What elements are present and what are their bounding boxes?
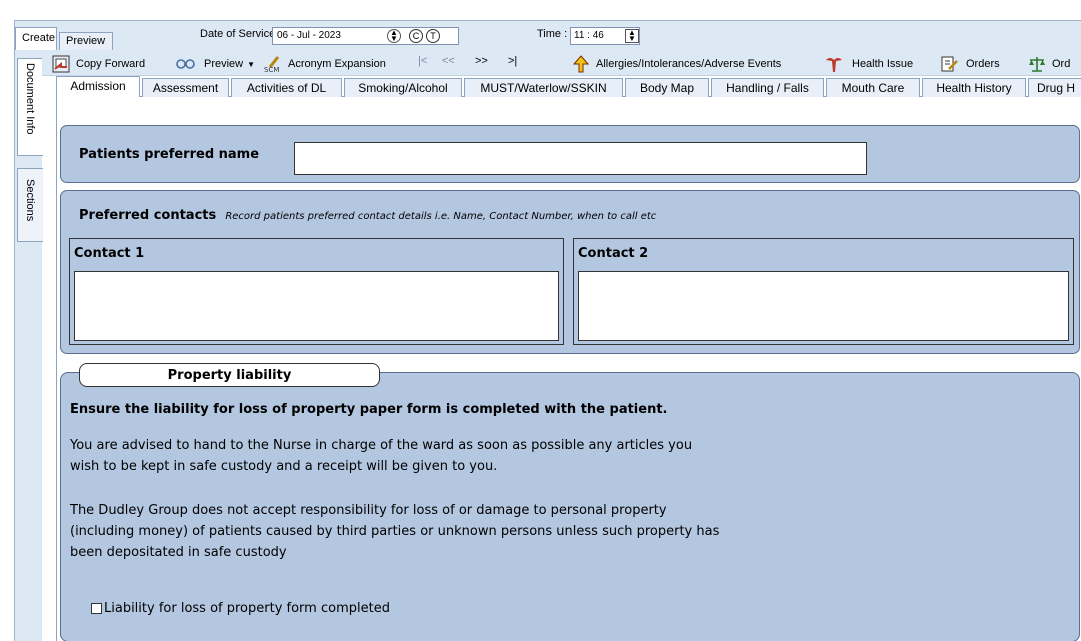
orders-button[interactable]: Orders — [938, 55, 1000, 73]
preferred-name-label: Patients preferred name — [79, 147, 260, 162]
date-of-service-field[interactable]: 06 - Jul - 2023 ▲ ▼ C T — [272, 27, 459, 45]
ord-button[interactable]: Ord — [1028, 55, 1070, 73]
date-value: 06 - Jul - 2023 — [277, 30, 341, 41]
toolbar: Copy Forward Preview ▼ SCM Acronym Expan… — [42, 50, 1081, 76]
nav-next-button[interactable]: >> — [475, 55, 488, 67]
preferred-contacts-header: Preferred contacts Record patients prefe… — [79, 208, 656, 223]
disclaimer-line-3: been depositated in safe custody — [70, 545, 287, 560]
advice-line-2: wish to be kept in safe custody and a re… — [70, 459, 498, 474]
section-tabs: Admission Assessment Activities of DL Sm… — [56, 76, 1081, 98]
copy-forward-button[interactable]: Copy Forward — [52, 55, 145, 73]
health-issue-label: Health Issue — [852, 58, 914, 70]
preferred-contacts-title: Preferred contacts — [79, 208, 217, 223]
allergy-arrow-icon — [572, 55, 590, 73]
tab-health-history[interactable]: Health History — [922, 78, 1026, 98]
vtab-document-info[interactable]: Document Info — [17, 58, 43, 156]
acronym-label: Acronym Expansion — [288, 58, 386, 70]
svg-text:SCM: SCM — [264, 66, 279, 73]
preview-button[interactable]: Preview ▼ — [172, 55, 255, 73]
disclaimer-line-2: (including money) of patients caused by … — [70, 524, 720, 539]
orders-icon — [941, 56, 958, 72]
date-of-service-label: Date of Service : — [200, 28, 282, 40]
top-bar: Create Preview Date of Service : 06 - Ju… — [14, 20, 1081, 51]
vtab-sections-label: Sections — [24, 179, 36, 222]
health-issue-icon — [826, 58, 842, 72]
contact-2-input[interactable] — [578, 271, 1069, 341]
tab-must-waterlow-sskin[interactable]: MUST/Waterlow/SSKIN — [464, 78, 623, 98]
acronym-button[interactable]: SCM Acronym Expansion — [264, 55, 386, 73]
orders-label: Orders — [966, 58, 1000, 70]
time-value: 11 : 46 — [574, 30, 604, 41]
time-spinner-icon[interactable]: ▲ ▼ — [625, 29, 639, 43]
copy-forward-icon — [52, 55, 70, 73]
time-field[interactable]: 11 : 46 ▲ ▼ — [570, 27, 640, 45]
property-advice-paragraph: You are advised to hand to the Nurse in … — [70, 435, 692, 477]
preferred-name-panel: Patients preferred name — [60, 125, 1080, 183]
disclaimer-line-1: The Dudley Group does not accept respons… — [70, 503, 667, 518]
acronym-icon: SCM — [264, 56, 279, 73]
contact-1-input[interactable] — [74, 271, 559, 341]
tab-mouth-care[interactable]: Mouth Care — [826, 78, 920, 98]
tab-create[interactable]: Create — [15, 27, 57, 51]
health-issue-button[interactable]: Health Issue — [822, 55, 913, 73]
property-liability-title: Property liability — [167, 368, 292, 383]
tab-smoking-alcohol[interactable]: Smoking/Alcohol — [344, 78, 462, 98]
liability-form-checkbox[interactable] — [91, 603, 102, 614]
liability-form-checkbox-row[interactable]: Liability for loss of property form comp… — [91, 601, 390, 616]
preview-dropdown-icon[interactable]: ▼ — [247, 60, 255, 69]
property-liability-title-box: Property liability — [79, 363, 380, 387]
left-tab-panel: Document Info Sections — [14, 50, 43, 641]
date-clear-button[interactable]: C — [409, 29, 423, 43]
time-label: Time : — [537, 28, 568, 40]
tab-preview[interactable]: Preview — [59, 32, 113, 50]
allergies-button[interactable]: Allergies/Intolerances/Adverse Events — [572, 55, 781, 73]
preview-icon — [176, 59, 195, 69]
contact-2-box: Contact 2 — [573, 238, 1074, 345]
contact-1-box: Contact 1 — [69, 238, 564, 345]
tab-admission[interactable]: Admission — [56, 76, 140, 98]
date-today-button[interactable]: T — [426, 29, 440, 43]
vtab-document-info-label: Document Info — [24, 63, 36, 135]
tab-handling-falls[interactable]: Handling / Falls — [711, 78, 824, 98]
property-liability-panel: Property liability Ensure the liability … — [60, 363, 1080, 641]
allergies-label: Allergies/Intolerances/Adverse Events — [596, 58, 782, 70]
preferred-name-input[interactable] — [294, 142, 867, 175]
property-disclaimer-paragraph: The Dudley Group does not accept respons… — [70, 500, 719, 563]
tab-drug-history[interactable]: Drug H — [1028, 78, 1081, 98]
preferred-contacts-panel: Preferred contacts Record patients prefe… — [60, 190, 1080, 354]
scales-icon — [1029, 57, 1045, 72]
preview-label: Preview — [204, 58, 244, 70]
nav-first-button[interactable]: |< — [418, 55, 427, 67]
top-strip — [0, 0, 1081, 20]
vtab-sections[interactable]: Sections — [17, 168, 43, 242]
tab-assessment[interactable]: Assessment — [142, 78, 229, 98]
nav-last-button[interactable]: >| — [508, 55, 517, 67]
date-spinner-icon[interactable]: ▲ ▼ — [387, 29, 401, 43]
nav-prev-button[interactable]: << — [442, 55, 455, 67]
form-content: Patients preferred name Preferred contac… — [56, 97, 1081, 641]
copy-forward-label: Copy Forward — [76, 58, 146, 70]
tab-body-map[interactable]: Body Map — [625, 78, 709, 98]
liability-form-checkbox-label: Liability for loss of property form comp… — [104, 601, 390, 616]
preferred-contacts-hint: Record patients preferred contact detail… — [225, 211, 657, 222]
ord-label: Ord — [1052, 58, 1071, 70]
contact-2-label: Contact 2 — [578, 246, 649, 261]
tab-activities-of-dl[interactable]: Activities of DL — [231, 78, 342, 98]
property-liability-instruction: Ensure the liability for loss of propert… — [70, 402, 668, 417]
contact-1-label: Contact 1 — [74, 246, 145, 261]
advice-line-1: You are advised to hand to the Nurse in … — [70, 438, 693, 453]
